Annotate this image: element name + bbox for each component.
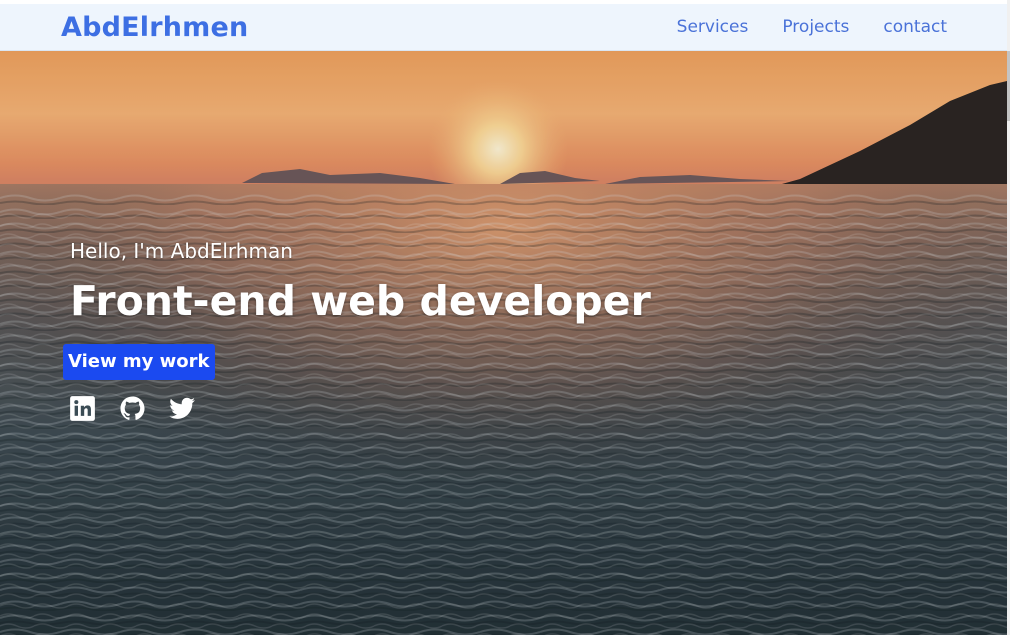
hero-section: Hello, I'm AbdElrhman Front-end web deve… bbox=[0, 51, 1007, 635]
nav-link-projects[interactable]: Projects bbox=[782, 17, 849, 37]
hero-content: Hello, I'm AbdElrhman Front-end web deve… bbox=[0, 51, 1007, 635]
nav-links: Services Projects contact bbox=[677, 17, 947, 37]
hero-headline: Front-end web developer bbox=[70, 277, 651, 325]
linkedin-icon[interactable] bbox=[69, 395, 96, 422]
twitter-icon[interactable] bbox=[169, 395, 196, 422]
brand-logo[interactable]: AbdElrhmen bbox=[61, 12, 248, 43]
nav-link-services[interactable]: Services bbox=[677, 17, 749, 37]
github-icon[interactable] bbox=[119, 395, 146, 422]
navbar: AbdElrhmen Services Projects contact bbox=[0, 4, 1007, 51]
nav-link-contact[interactable]: contact bbox=[883, 17, 947, 37]
view-my-work-button[interactable]: View my work bbox=[63, 344, 215, 380]
page: AbdElrhmen Services Projects contact Hel… bbox=[0, 0, 1010, 635]
social-links bbox=[69, 395, 196, 422]
hero-greeting: Hello, I'm AbdElrhman bbox=[70, 239, 293, 263]
